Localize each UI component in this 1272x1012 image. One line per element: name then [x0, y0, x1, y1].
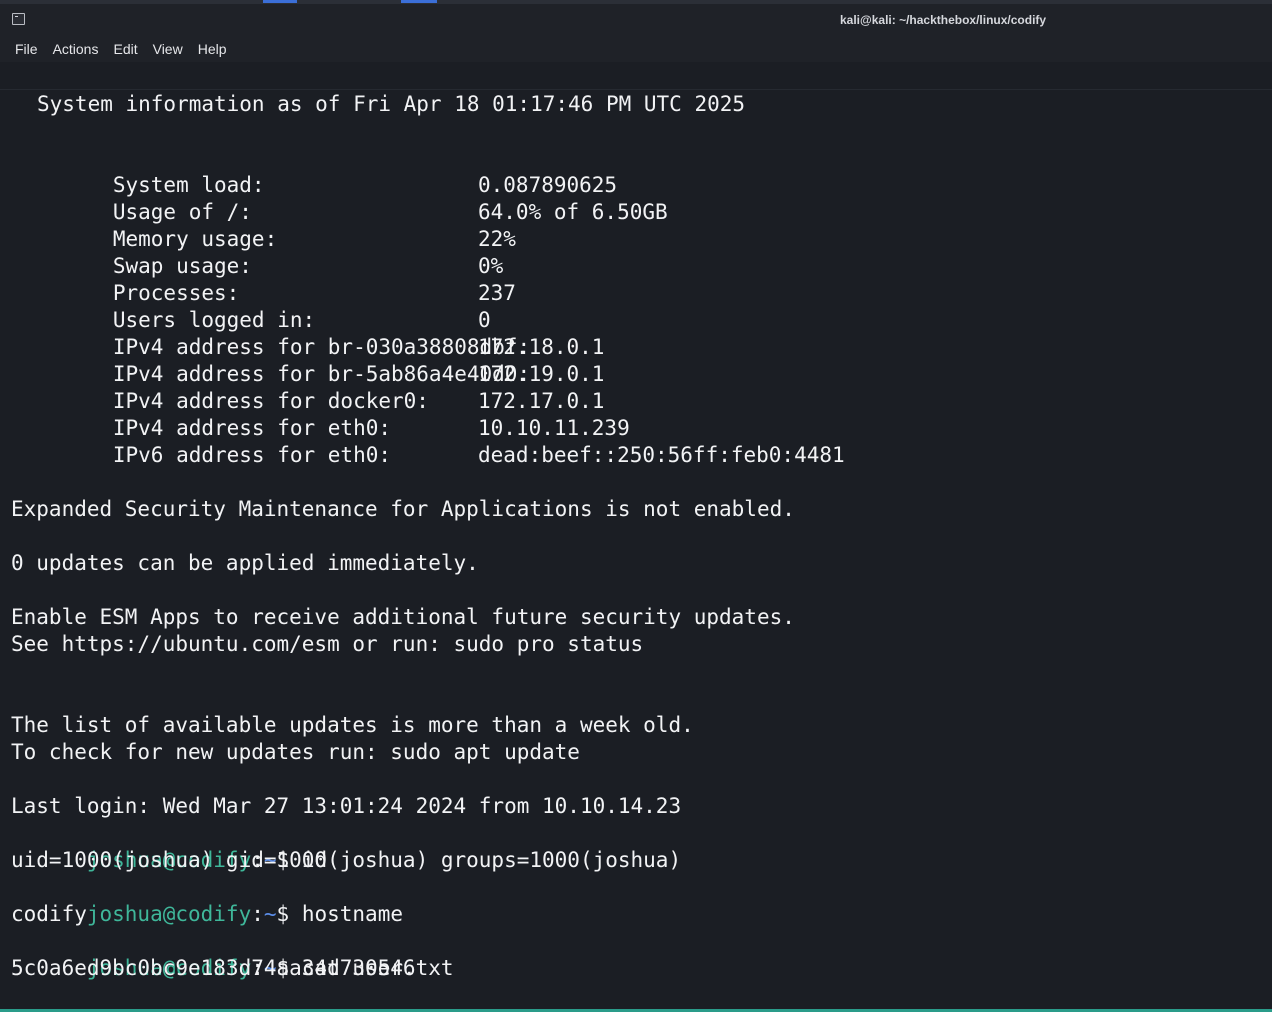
menu-file[interactable]: File [15, 41, 38, 57]
esm-line: Expanded Security Maintenance for Applic… [11, 497, 795, 521]
command-output: uid=1000(joshua) gid=1000(joshua) groups… [11, 848, 682, 872]
sysinfo-row: Processes: 237 [37, 253, 1137, 305]
sysinfo-value: dead:beef::250:56ff:feb0:4481 [478, 443, 845, 467]
prompt-colon: : [251, 902, 264, 926]
prompt-symbol: $ [276, 902, 302, 926]
sysinfo-row: Memory usage: 22% [37, 199, 1137, 251]
menu-actions[interactable]: Actions [53, 41, 99, 57]
sysinfo-row: IPv4 address for eth0: 10.10.11.239 [37, 388, 1137, 440]
terminal-app-icon[interactable] [12, 13, 25, 25]
prompt-line-active[interactable]: joshua@codify:~$ [11, 982, 314, 1012]
prompt-user-host: joshua@codify [86, 902, 252, 926]
menu-view[interactable]: View [153, 41, 183, 57]
list-old-line: The list of available updates is more th… [11, 713, 694, 737]
workspace-indicator-2[interactable] [401, 0, 437, 3]
sysinfo-row: IPv4 address for br-5ab86a4e40d0: 172.19.… [37, 334, 1137, 386]
menu-edit[interactable]: Edit [113, 41, 137, 57]
sysinfo-label: IPv6 address for eth0: [112, 443, 392, 467]
command-output: 5c0a6ed9bc0bc9e183d74aa34d730546 [11, 956, 416, 980]
sysinfo-header: System information as of Fri Apr 18 01:1… [37, 92, 746, 116]
terminal-window: kali@kali: ~/hackthebox/linux/codify Fil… [0, 0, 1272, 1012]
sysinfo-row: Users logged in: 0 [37, 280, 1137, 332]
last-login-line: Last login: Wed Mar 27 13:01:24 2024 fro… [11, 794, 682, 818]
command-text: hostname [301, 902, 403, 926]
sysinfo-row: Swap usage: 0% [37, 226, 1137, 278]
check-updates-line: To check for new updates run: sudo apt u… [11, 740, 580, 764]
command-output: codify [11, 902, 87, 926]
prompt-line: joshua@codify:~$ hostname [11, 874, 403, 926]
menu-help[interactable]: Help [198, 41, 227, 57]
sysinfo-row: IPv4 address for docker0: 172.17.0.1 [37, 361, 1137, 413]
prompt-line: joshua@codify:~$ id [11, 820, 327, 872]
terminal-output[interactable]: System information as of Fri Apr 18 01:1… [0, 90, 1272, 1012]
sysinfo-row: Usage of /: 64.0% of 6.50GB [37, 172, 1137, 224]
sysinfo-row: IPv6 address for eth0: dead:beef::250:56f… [37, 415, 1137, 467]
title-bar[interactable]: kali@kali: ~/hackthebox/linux/codify [0, 4, 1272, 36]
enable-esm-line: Enable ESM Apps to receive additional fu… [11, 605, 795, 629]
sysinfo-row: System load: 0.087890625 [37, 145, 1137, 197]
prompt-line: joshua@codify:~$ cat user.txt [11, 928, 454, 980]
toolbar-area [0, 62, 1272, 90]
sysinfo-row: IPv4 address for br-030a38808dbf: 172.18.… [37, 307, 1137, 359]
workspace-indicator-1[interactable] [263, 0, 297, 3]
see-esm-line: See https://ubuntu.com/esm or run: sudo … [11, 632, 644, 656]
window-title: kali@kali: ~/hackthebox/linux/codify [840, 13, 1047, 27]
updates-line: 0 updates can be applied immediately. [11, 551, 479, 575]
prompt-path: ~ [263, 902, 277, 926]
menu-bar: File Actions Edit View Help [0, 36, 1272, 62]
